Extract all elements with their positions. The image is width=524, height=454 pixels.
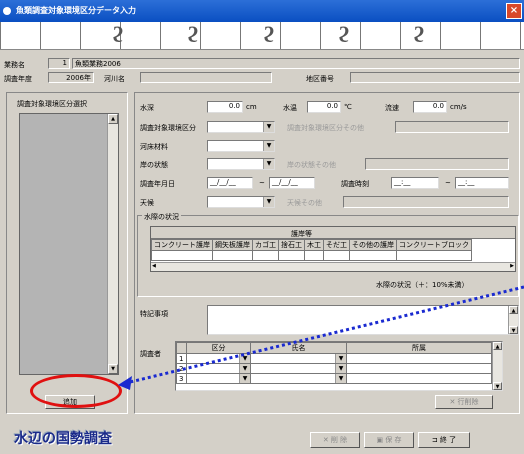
delete-button[interactable]: ✕ 削 除	[310, 432, 360, 448]
save-disk-icon: ▣	[376, 436, 386, 444]
callout-arrow	[118, 285, 524, 390]
save-button[interactable]: ▣ 保 存	[364, 432, 414, 448]
exit-door-icon: ⊐	[431, 436, 440, 444]
delete-x-icon: ✕	[322, 436, 331, 444]
brand-logo: 水辺の国勢調査	[14, 431, 112, 447]
app-window: 魚類調査対象環境区分データ入力 × ϩ ϩ ϩ ϩ ϩ 業務名 1 魚類業務20…	[0, 0, 524, 454]
exit-button[interactable]: ⊐ 終 了	[418, 432, 470, 448]
